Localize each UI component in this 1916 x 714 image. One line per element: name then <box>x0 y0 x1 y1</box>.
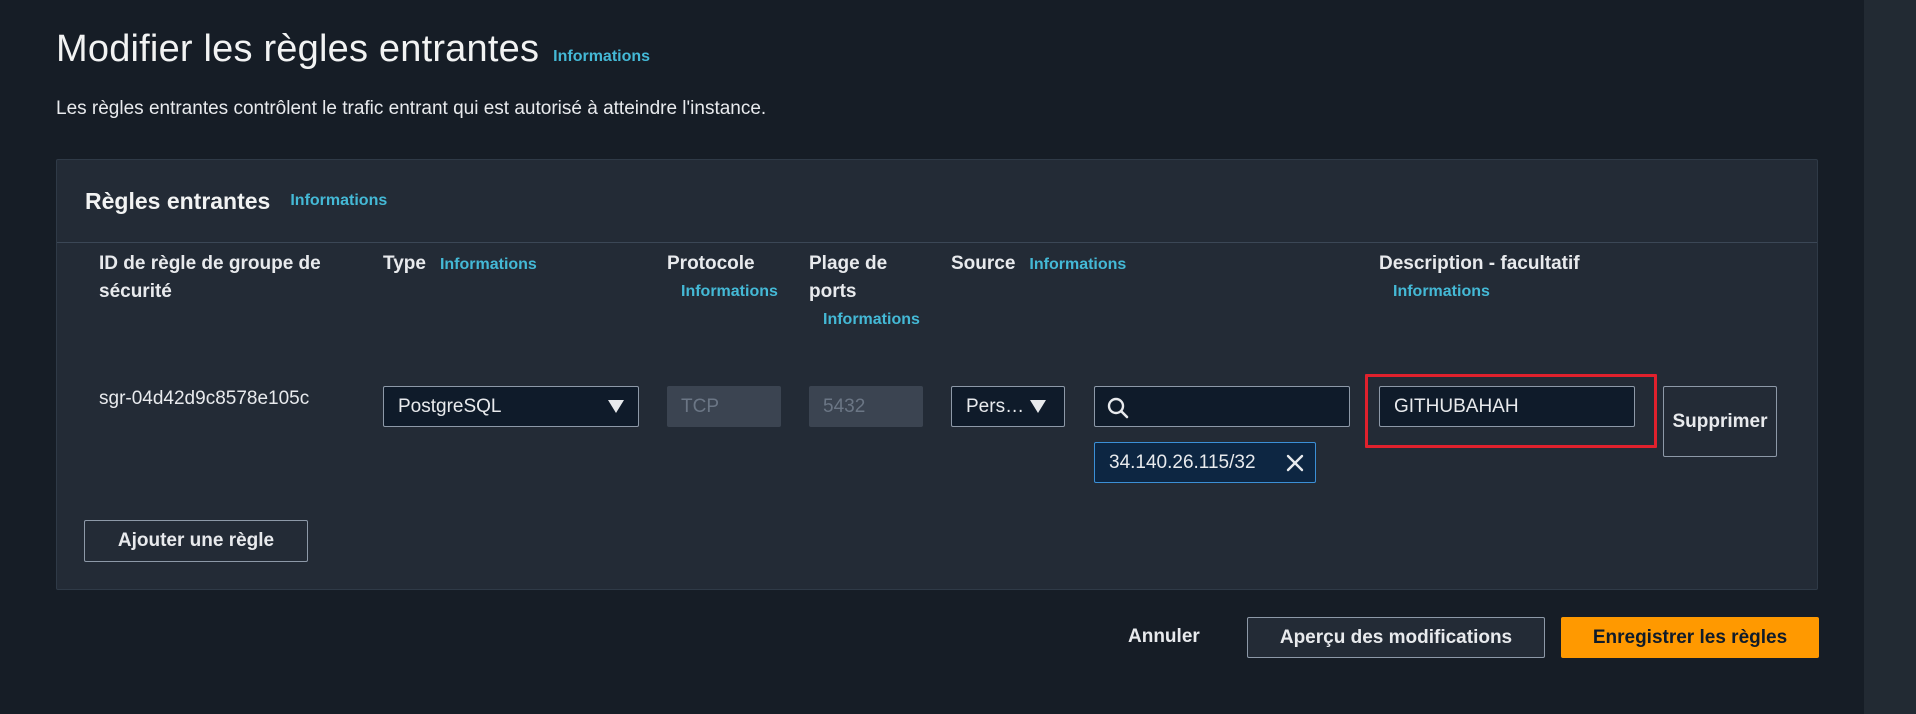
caret-down-icon <box>608 400 624 413</box>
source-token: 34.140.26.115/32 <box>1094 442 1316 483</box>
col-header-protocol: Protocole Informations <box>667 250 787 306</box>
col-header-protocol-label: Protocole <box>667 253 755 274</box>
col-header-type: Type Informations <box>383 250 537 279</box>
cancel-button[interactable]: Annuler <box>1128 626 1200 648</box>
panel-info-link[interactable]: Informations <box>290 192 387 210</box>
source-type-value: Pers… <box>966 395 1025 417</box>
description-value: GITHUBAHAH <box>1394 395 1519 417</box>
panel-title: Règles entrantes <box>85 187 271 214</box>
inbound-rules-panel: Règles entrantes Informations ID de règl… <box>56 159 1818 590</box>
close-icon[interactable] <box>1285 453 1305 473</box>
source-info-link[interactable]: Informations <box>1029 256 1126 273</box>
port-range-field: 5432 <box>809 386 923 427</box>
description-input[interactable]: GITHUBAHAH <box>1379 386 1635 427</box>
source-type-select[interactable]: Pers… <box>951 386 1065 427</box>
save-rules-button[interactable]: Enregistrer les règles <box>1561 617 1819 658</box>
col-header-rule-id-label: ID de règle de groupe de sécurité <box>99 253 321 302</box>
caret-down-icon <box>1030 400 1046 413</box>
source-token-label: 34.140.26.115/32 <box>1109 451 1256 473</box>
col-header-source: Source Informations <box>951 250 1126 279</box>
col-header-source-label: Source <box>951 253 1016 274</box>
scrollbar-track[interactable] <box>1864 0 1916 714</box>
delete-rule-button[interactable]: Supprimer <box>1663 386 1777 457</box>
add-rule-button[interactable]: Ajouter une règle <box>84 520 308 562</box>
page-description: Les règles entrantes contrôlent le trafi… <box>56 98 767 119</box>
page-title: Modifier les règles entrantes <box>56 28 540 70</box>
rule-id: sgr-04d42d9c8578e105c <box>99 388 310 409</box>
description-info-link[interactable]: Informations <box>1379 278 1580 306</box>
source-search-input[interactable] <box>1094 386 1350 427</box>
col-header-description-label: Description - facultatif <box>1379 253 1580 274</box>
col-header-type-label: Type <box>383 253 426 274</box>
page-header: Modifier les règles entrantes Informatio… <box>56 28 650 71</box>
type-info-link[interactable]: Informations <box>440 256 537 273</box>
port-info-link[interactable]: Informations <box>809 306 929 334</box>
protocol-field: TCP <box>667 386 781 427</box>
panel-header: Règles entrantes Informations <box>57 160 1817 243</box>
type-select-value: PostgreSQL <box>398 395 502 417</box>
col-header-rule-id: ID de règle de groupe de sécurité <box>99 250 359 306</box>
protocol-info-link[interactable]: Informations <box>667 278 787 306</box>
type-select[interactable]: PostgreSQL <box>383 386 639 427</box>
col-header-port-range-label: Plage de ports <box>809 253 888 302</box>
page-info-link[interactable]: Informations <box>553 48 650 66</box>
preview-changes-button[interactable]: Aperçu des modifications <box>1247 617 1545 658</box>
col-header-port-range: Plage de ports Informations <box>809 250 929 334</box>
col-header-description: Description - facultatif Informations <box>1379 250 1580 306</box>
search-icon <box>1107 397 1129 419</box>
